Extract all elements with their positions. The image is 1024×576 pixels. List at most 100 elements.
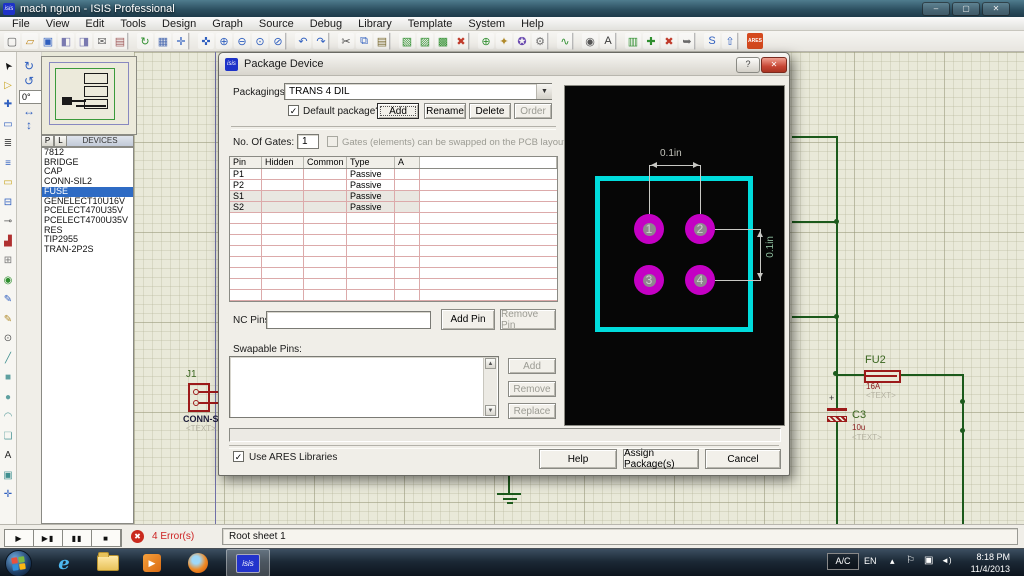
menu-item[interactable]: Library (350, 17, 400, 31)
swap-add-button[interactable]: Add (508, 358, 556, 374)
toggle-grid-icon[interactable]: ▦ (155, 33, 171, 49)
library-button[interactable]: L (54, 135, 67, 147)
pin-table-row[interactable] (230, 213, 557, 224)
maximize-button[interactable]: ▢ (952, 2, 980, 16)
toolbar-separator[interactable]: ▏ (331, 33, 336, 49)
cut-icon[interactable]: ✂ (338, 33, 354, 49)
nc-pins-input[interactable] (266, 311, 431, 329)
capacitor-c3-plate[interactable] (827, 416, 847, 422)
toolbar-separator[interactable]: ▏ (130, 33, 135, 49)
block-copy-icon[interactable]: ▧ (399, 33, 415, 49)
tray-chevron-icon[interactable]: ▴ (890, 556, 895, 567)
pick-parts-icon[interactable]: ⊕ (478, 33, 494, 49)
combobox-dropdown-arrow-icon[interactable]: ▼ (536, 84, 552, 99)
2d-circle-tool-icon[interactable]: ● (1, 390, 16, 405)
menu-item[interactable]: View (38, 17, 78, 31)
graph-tool-icon[interactable]: ▟ (1, 234, 16, 249)
taskbar-firefox-button[interactable] (178, 549, 218, 576)
default-package-checkbox[interactable]: ✓ (288, 105, 299, 116)
network-icon[interactable]: ▣ (924, 555, 933, 566)
start-button[interactable] (5, 550, 32, 576)
pin-table-row[interactable] (230, 268, 557, 279)
2d-text-tool-icon[interactable]: A (1, 448, 16, 463)
menu-item[interactable]: Graph (204, 17, 251, 31)
block-move-icon[interactable]: ▨ (417, 33, 433, 49)
rename-package-button[interactable]: Rename (424, 103, 466, 119)
minimize-button[interactable]: – (922, 2, 950, 16)
pin-table-row[interactable] (230, 257, 557, 268)
taskbar-media-player-button[interactable]: ▶ (132, 549, 172, 576)
search-tag-icon[interactable]: ◉ (582, 33, 598, 49)
dialog-help-button[interactable]: ? (736, 57, 760, 73)
swap-remove-button[interactable]: Remove (508, 381, 556, 397)
zoom-out-icon[interactable]: ⊖ (234, 33, 250, 49)
remove-sheet-icon[interactable]: ✖ (661, 33, 677, 49)
2d-arc-tool-icon[interactable]: ◠ (1, 409, 16, 424)
zoom-to-child-sheet-icon[interactable]: S (704, 33, 720, 49)
block-rotate-icon[interactable]: ▩ (435, 33, 451, 49)
mirror-horizontal-icon[interactable]: ↔ (21, 105, 37, 118)
taskbar-isis-button[interactable]: isis (226, 549, 270, 576)
decompose-icon[interactable]: ⚙ (532, 33, 548, 49)
import-section-icon[interactable]: ◧ (58, 33, 74, 49)
menu-item[interactable]: Design (154, 17, 204, 31)
volume-icon[interactable]: ◄) (941, 556, 952, 565)
help-button[interactable]: Help (539, 449, 617, 469)
copy-icon[interactable]: ⧉ (356, 33, 372, 49)
generator-tool-icon[interactable]: ◉ (1, 273, 16, 288)
overview-pane[interactable] (41, 56, 137, 135)
capacitor-c3[interactable] (827, 408, 847, 411)
zoom-in-icon[interactable]: ⊕ (216, 33, 232, 49)
error-icon[interactable]: ✖ (131, 530, 144, 543)
tray-clock[interactable]: 8:18 PM 11/4/2013 (958, 551, 1010, 575)
taskbar-explorer-button[interactable] (88, 549, 128, 576)
gates-swap-checkbox[interactable] (327, 136, 338, 147)
connector-j1[interactable] (188, 383, 210, 412)
menu-item[interactable]: Edit (77, 17, 112, 31)
component-tool-icon[interactable]: ▷ (1, 78, 16, 93)
order-package-button[interactable]: Order (514, 103, 552, 119)
2d-box-tool-icon[interactable]: ■ (1, 370, 16, 385)
pin-table-row[interactable] (230, 235, 557, 246)
gates-count-field[interactable]: 1 (297, 134, 319, 149)
cancel-button[interactable]: Cancel (705, 449, 781, 469)
selection-tool-icon[interactable]: ➤ (0, 55, 18, 76)
zoom-all-icon[interactable]: ⊘ (270, 33, 286, 49)
scroll-down-icon[interactable]: ▼ (485, 405, 496, 416)
textarea-scrollbar[interactable]: ▲ ▼ (483, 358, 497, 416)
pin-table-row[interactable]: S2 Passive (230, 202, 557, 213)
wire-label-tool-icon[interactable]: ▭ (1, 117, 16, 132)
swap-replace-button[interactable]: Replace (508, 403, 556, 419)
voltage-probe-tool-icon[interactable]: ✎ (1, 292, 16, 307)
language-indicator[interactable]: EN (864, 556, 877, 566)
taskbar-ie-button[interactable]: e (44, 549, 84, 576)
toolbar-separator[interactable]: ▏ (697, 33, 702, 49)
property-assignment-icon[interactable]: A (600, 33, 616, 49)
make-device-icon[interactable]: ✦ (496, 33, 512, 49)
packaging-tool-icon[interactable]: ✪ (514, 33, 530, 49)
print-icon[interactable]: ✉ (94, 33, 110, 49)
dialog-close-button[interactable]: ✕ (761, 57, 787, 73)
redraw-icon[interactable]: ↻ (137, 33, 153, 49)
close-button[interactable]: ✕ (982, 2, 1010, 16)
goto-sheet-icon[interactable]: ➥ (679, 33, 695, 49)
mark-print-area-icon[interactable]: ▤ (112, 33, 128, 49)
add-pin-button[interactable]: Add Pin (441, 309, 495, 330)
2d-marker-tool-icon[interactable]: ✛ (1, 487, 16, 502)
packagings-combobox[interactable]: TRANS 4 DIL (284, 83, 552, 100)
pin-table-row[interactable]: P1 Passive (230, 169, 557, 180)
2d-path-tool-icon[interactable]: ❏ (1, 429, 16, 444)
swapable-pins-textarea[interactable]: ▲ ▼ (229, 356, 499, 418)
toolbar-separator[interactable]: ▏ (618, 33, 623, 49)
menu-item[interactable]: Tools (112, 17, 154, 31)
rotate-clockwise-icon[interactable]: ↻ (21, 60, 37, 73)
toolbar-separator[interactable]: ▏ (392, 33, 397, 49)
toolbar-separator[interactable]: ▏ (575, 33, 580, 49)
paste-icon[interactable]: ▤ (374, 33, 390, 49)
design-explorer-icon[interactable]: ▥ (625, 33, 641, 49)
menu-item[interactable]: File (4, 17, 38, 31)
toolbar-separator[interactable]: ▏ (191, 33, 196, 49)
toolbar-separator[interactable]: ▏ (288, 33, 293, 49)
menu-item[interactable]: System (460, 17, 513, 31)
error-count[interactable]: 4 Error(s) (152, 531, 194, 542)
